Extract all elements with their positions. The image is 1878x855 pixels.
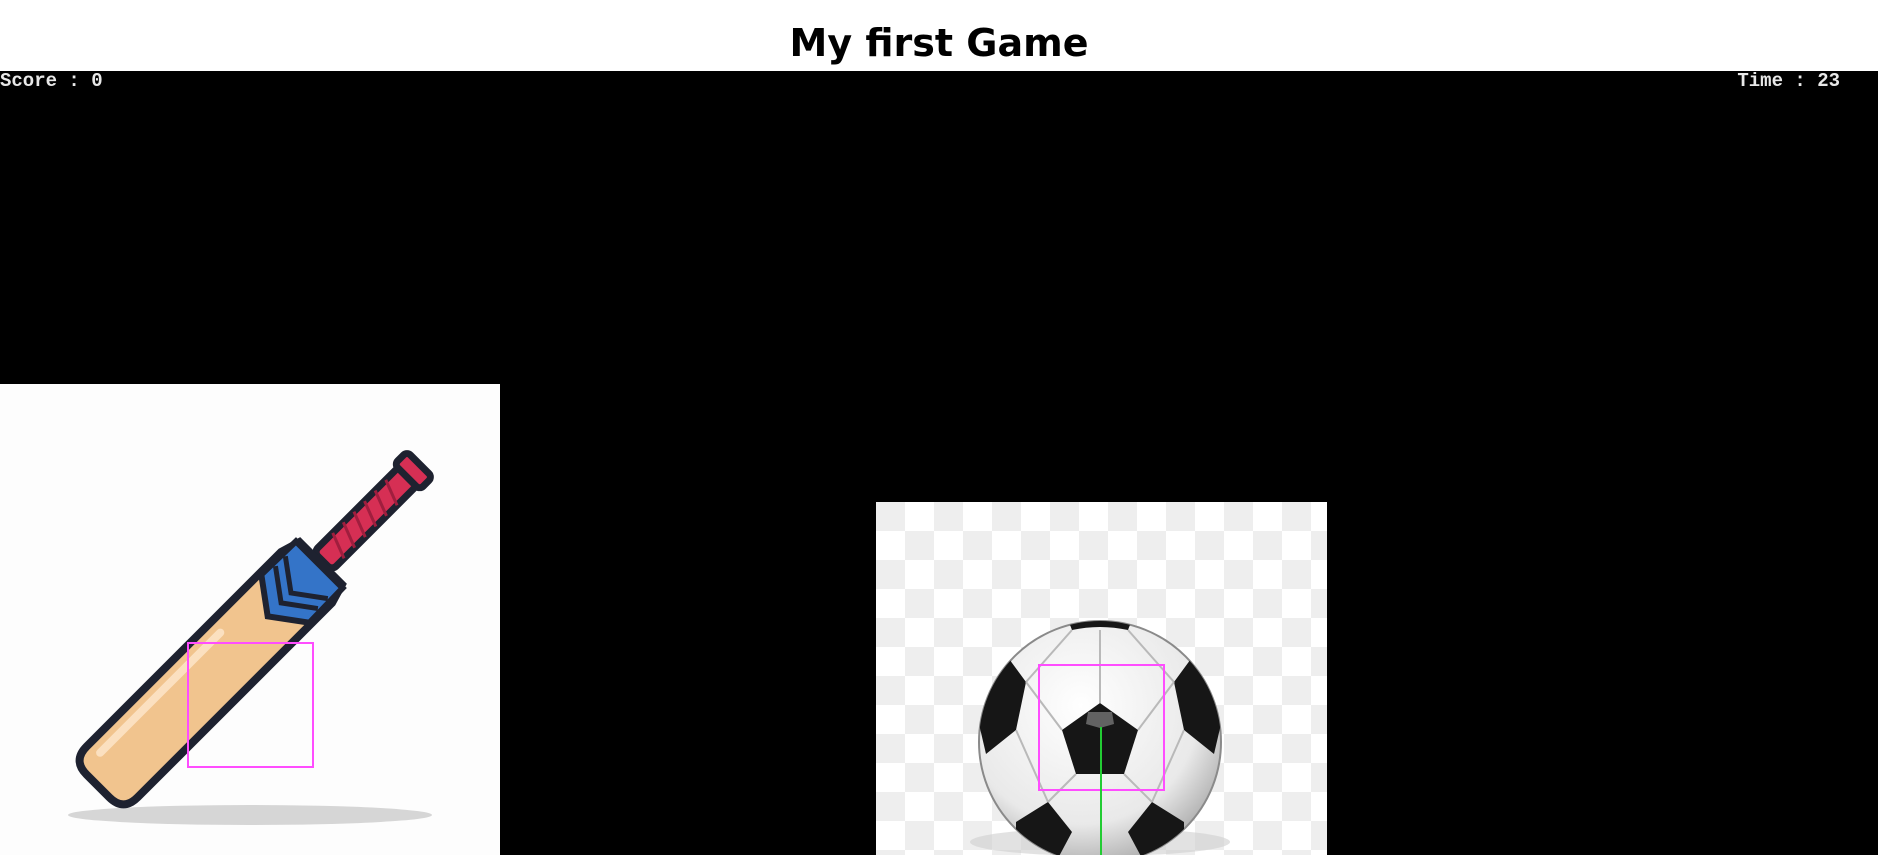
time-display: Time : 23 xyxy=(1737,71,1840,91)
page-title: My first Game xyxy=(789,21,1089,65)
score-value: 0 xyxy=(91,71,103,92)
game-canvas[interactable]: Score : 0 Time : 23 xyxy=(0,71,1878,855)
time-value: 23 xyxy=(1817,71,1840,92)
bat-hitbox xyxy=(187,642,314,768)
score-display: Score : 0 xyxy=(0,71,103,91)
bat-sprite[interactable] xyxy=(0,384,500,855)
time-label: Time : xyxy=(1737,71,1818,92)
ball-velocity-indicator xyxy=(1100,727,1102,855)
score-label: Score : xyxy=(0,71,92,92)
cricket-bat-icon xyxy=(68,450,434,825)
